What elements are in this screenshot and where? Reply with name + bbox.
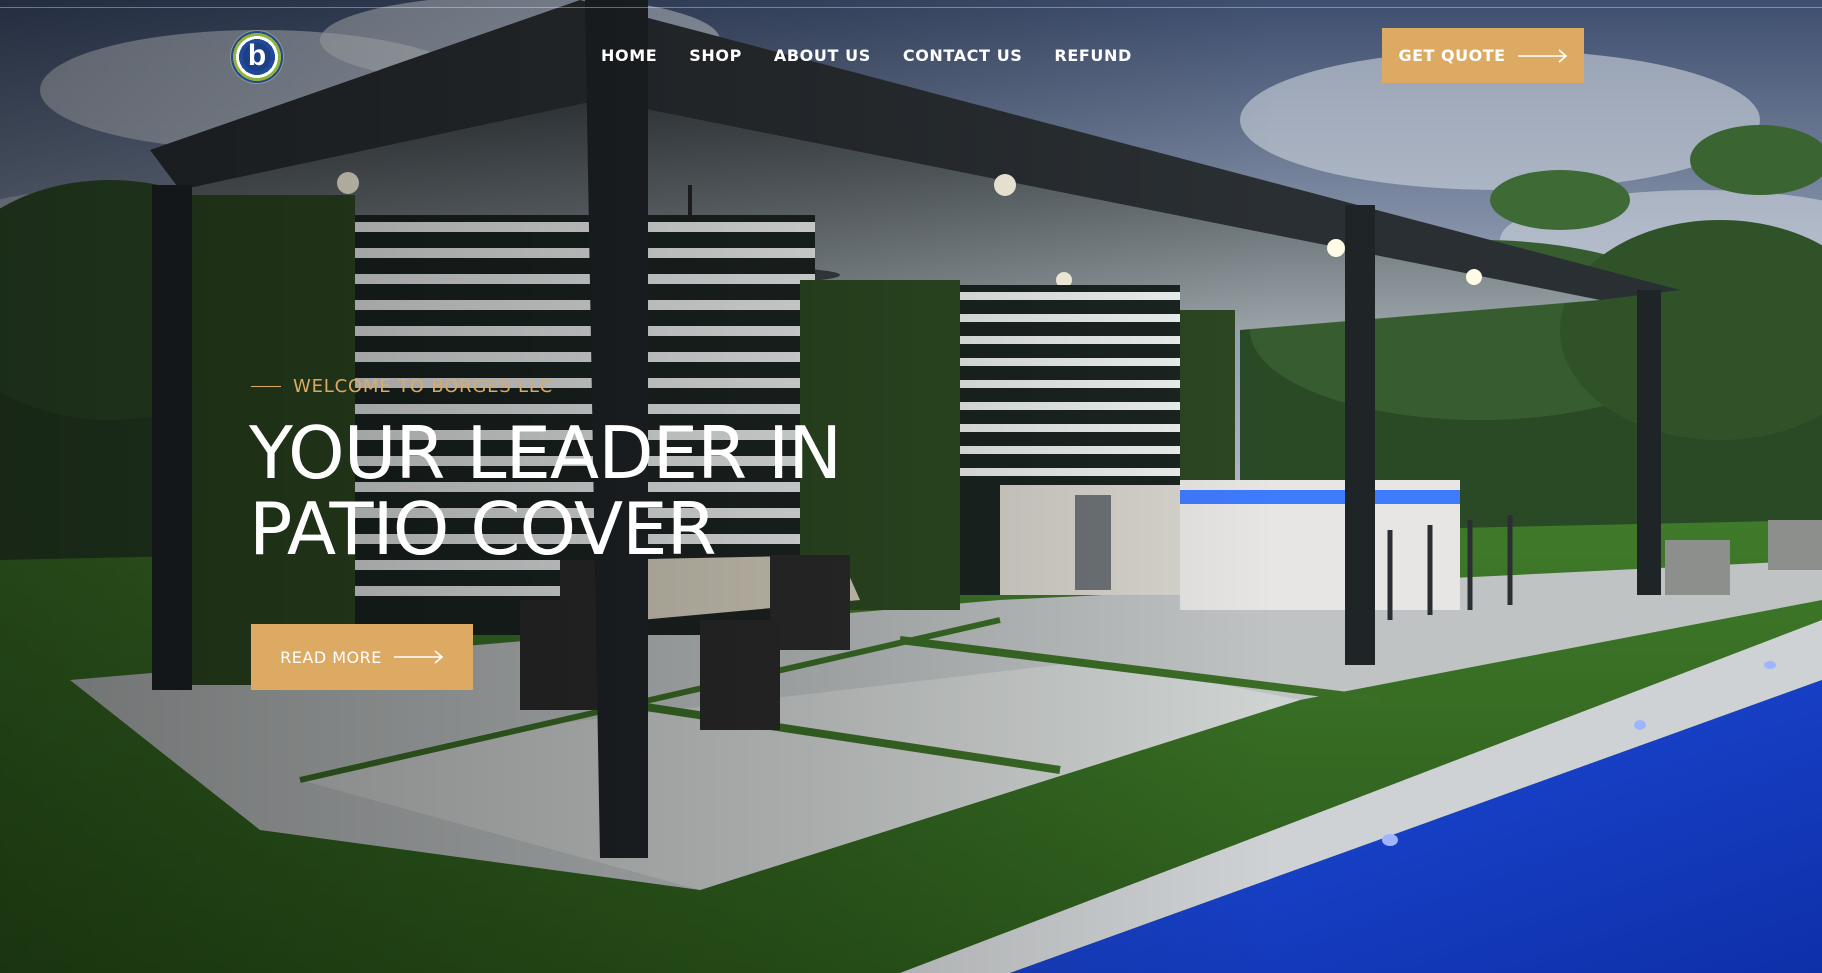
- headline-line-2: PATIO COVER: [249, 487, 717, 571]
- eyebrow-text: WELCOME TO BORGES LLC: [293, 376, 554, 397]
- read-more-label: READ MORE: [280, 647, 382, 667]
- nav-item-refund[interactable]: REFUND: [1054, 46, 1131, 66]
- main-nav: HOME SHOP ABOUT US CONTACT US REFUND: [601, 46, 1132, 66]
- hero-headline: YOUR LEADER IN PATIO COVER: [249, 415, 949, 567]
- logo-b-icon: b: [247, 39, 267, 72]
- nav-item-home[interactable]: HOME: [601, 46, 657, 66]
- read-more-button[interactable]: READ MORE: [251, 624, 473, 690]
- long-arrow-right-icon: [1517, 48, 1567, 63]
- nav-item-about-us[interactable]: ABOUT US: [774, 46, 871, 66]
- site-header: b HOME SHOP ABOUT US CONTACT US REFUND G…: [0, 0, 1822, 110]
- brand-logo[interactable]: b: [231, 31, 283, 83]
- headline-line-1: YOUR LEADER IN: [249, 411, 842, 495]
- get-quote-button[interactable]: GET QUOTE: [1382, 28, 1584, 83]
- hero-section: b HOME SHOP ABOUT US CONTACT US REFUND G…: [0, 0, 1822, 973]
- get-quote-label: GET QUOTE: [1398, 46, 1506, 65]
- hero-eyebrow: WELCOME TO BORGES LLC: [251, 376, 553, 397]
- nav-item-shop[interactable]: SHOP: [689, 46, 742, 66]
- eyebrow-line: [251, 386, 281, 387]
- long-arrow-right-icon: [393, 650, 444, 664]
- nav-item-contact-us[interactable]: CONTACT US: [903, 46, 1023, 66]
